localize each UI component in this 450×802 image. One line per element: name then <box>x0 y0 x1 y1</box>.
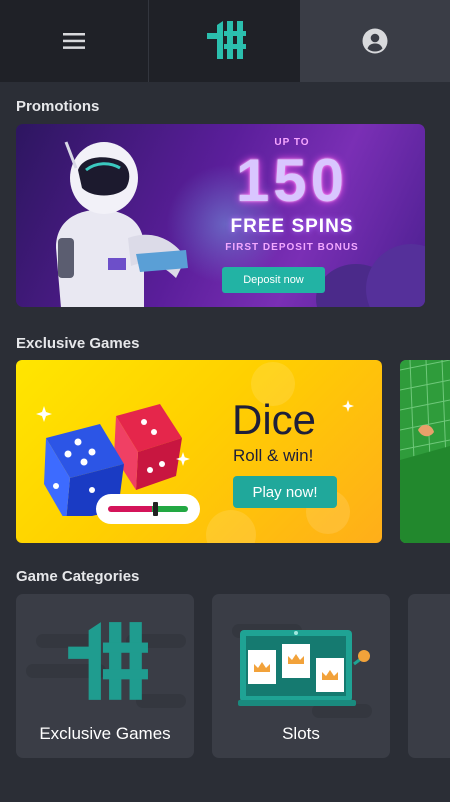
sparkle-icon <box>36 406 52 422</box>
next-game-card-peek[interactable] <box>400 360 450 543</box>
menu-button[interactable] <box>0 0 149 82</box>
category-card-peek[interactable] <box>408 594 450 758</box>
deposit-now-button[interactable]: Deposit now <box>222 267 325 293</box>
hamburger-menu-icon <box>63 33 85 49</box>
promo-subline: FIRST DEPOSIT BONUS <box>225 242 359 253</box>
banner-cloud <box>366 244 425 307</box>
dice-card-title: Dice <box>232 396 317 443</box>
category-card-slots[interactable]: Slots <box>212 594 390 758</box>
promotion-banner[interactable]: UP TO 150 FREE SPINS FIRST DEPOSIT BONUS… <box>16 124 425 307</box>
home-logo-link[interactable] <box>149 0 300 82</box>
promo-headline: FREE SPINS <box>230 216 354 237</box>
play-now-button[interactable]: Play now! <box>233 476 337 508</box>
promo-amount: 150 <box>235 147 349 214</box>
slider-track <box>108 506 188 512</box>
dice-card-subtitle: Roll & win! <box>233 446 314 465</box>
hashtag-logo <box>206 21 246 59</box>
promotions-section-title: Promotions <box>16 98 100 115</box>
astronaut-illustration <box>56 141 188 307</box>
dice-slider-graphic <box>96 494 200 524</box>
account-button[interactable] <box>300 0 450 82</box>
hashtag-logo-icon <box>68 622 148 700</box>
coin-decoration <box>206 510 256 543</box>
user-account-icon <box>362 28 388 54</box>
dice-game-card[interactable]: Dice Roll & win! Play now! <box>16 360 382 543</box>
category-label: Exclusive Games <box>39 724 171 743</box>
exclusive-games-carousel[interactable]: Dice Roll & win! Play now! <box>16 360 450 543</box>
sparkle-icon <box>342 400 354 412</box>
soccer-field-pattern <box>400 360 450 543</box>
slider-knob <box>153 502 158 516</box>
slot-machine-icon <box>238 630 370 706</box>
category-label: Slots <box>282 724 320 743</box>
sparkle-icon <box>176 452 190 466</box>
game-categories-section-title: Game Categories <box>16 568 140 585</box>
exclusive-games-section-title: Exclusive Games <box>16 335 140 352</box>
category-card-exclusive-games[interactable]: Exclusive Games <box>16 594 194 758</box>
top-navigation-bar <box>0 0 450 82</box>
